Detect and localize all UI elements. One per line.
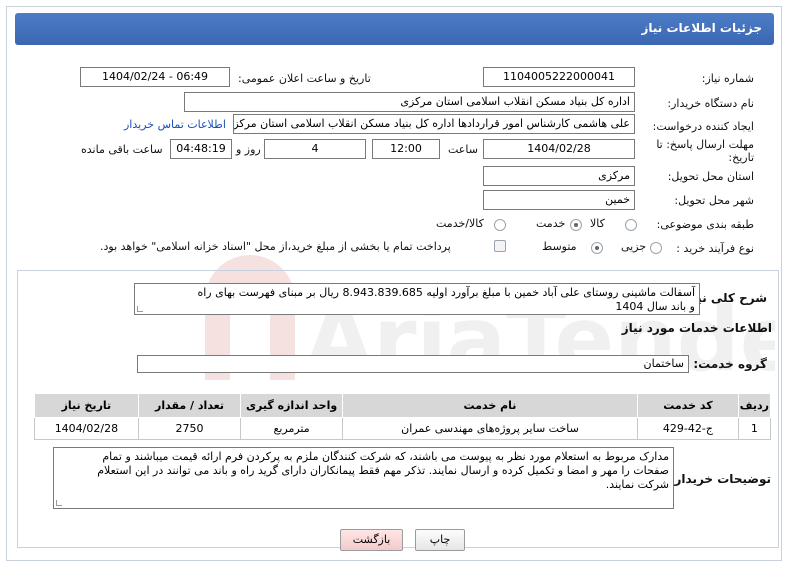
need-summary-line-2: و باند سال 1404 — [615, 300, 695, 313]
category-label: طبقه بندی موضوعی: — [656, 218, 754, 231]
days-label: روز و — [236, 143, 261, 156]
category-option-goods-service: کالا/خدمت — [436, 217, 484, 230]
cell-quantity: 2750 — [137, 417, 242, 440]
need-summary-textarea[interactable]: آسفالت ماشینی روستای علی آباد خمین با مب… — [134, 283, 700, 315]
category-radio-service[interactable] — [570, 219, 582, 231]
buyer-notes-label: توضیحات خریدار: — [669, 472, 771, 486]
process-radio-minor[interactable] — [650, 242, 662, 254]
cell-service-name: ساخت سایر پروژه‌های مهندسی عمران — [341, 417, 639, 440]
process-option-medium: متوسط — [542, 240, 577, 253]
header-bar: جزئیات اطلاعات نیاز — [15, 13, 774, 45]
buyer-notes-line-3: شرکت نمایند. — [605, 478, 669, 491]
col-unit: واحد اندازه گیری — [240, 393, 343, 418]
deadline-date-label: تاریخ: — [728, 151, 754, 164]
page-title: جزئیات اطلاعات نیاز — [641, 21, 762, 35]
deadline-time-field[interactable]: 12:00 — [372, 139, 440, 159]
category-option-goods: کالا — [590, 217, 605, 230]
col-service-code: کد خدمت — [637, 393, 739, 418]
city-field[interactable]: خمین — [483, 190, 635, 210]
process-option-minor: جزیی — [621, 240, 647, 253]
remaining-time-label: ساعت باقی مانده — [81, 143, 163, 156]
resize-grip-icon[interactable] — [56, 500, 62, 506]
need-number-field[interactable]: 1104005222000041 — [483, 67, 635, 87]
cell-need-date: 1404/02/28 — [34, 417, 139, 440]
back-button[interactable]: بازگشت — [340, 529, 403, 551]
table-row[interactable]: 1 ج-42-429 ساخت سایر پروژه‌های مهندسی عم… — [34, 417, 772, 440]
deadline-date-field[interactable]: 1404/02/28 — [483, 139, 635, 159]
need-number-label: شماره نیاز: — [701, 72, 754, 85]
col-service-name: نام خدمت — [341, 393, 639, 418]
table-header-row: ردیف کد خدمت نام خدمت واحد اندازه گیری ت… — [34, 393, 772, 418]
service-group-field[interactable]: ساختمان — [137, 355, 689, 373]
buyer-notes-line-1: مدارک مربوط به استعلام مورد نظر به پیوست… — [102, 450, 669, 463]
col-row-number: ردیف — [737, 393, 772, 418]
buyer-org-label: نام دستگاه خریدار: — [667, 97, 754, 110]
requester-label: ایجاد کننده درخواست: — [652, 120, 754, 133]
announce-datetime-field[interactable]: 1404/02/24 - 06:49 — [80, 67, 230, 87]
resize-grip-icon[interactable] — [137, 306, 143, 312]
treasury-note: پرداخت تمام یا بخشی از مبلغ خرید،از محل … — [100, 240, 451, 253]
services-table: ردیف کد خدمت نام خدمت واحد اندازه گیری ت… — [34, 393, 772, 440]
buyer-notes-line-2: صفحات را مهر و امضا و تکمیل کرده و ارسال… — [97, 464, 669, 477]
deadline-label: مهلت ارسال پاسخ: تا — [656, 138, 754, 151]
cell-unit: مترمربع — [240, 417, 343, 440]
buyer-contact-link[interactable]: اطلاعات تماس خریدار — [124, 118, 226, 131]
print-button[interactable]: چاپ — [415, 529, 465, 551]
need-summary-line-1: آسفالت ماشینی روستای علی آباد خمین با مب… — [197, 286, 695, 299]
deadline-time-label: ساعت — [448, 143, 478, 156]
col-need-date: تاریخ نیاز — [34, 393, 139, 418]
cell-service-code: ج-42-429 — [637, 417, 739, 440]
category-radio-goods[interactable] — [625, 219, 637, 231]
province-field[interactable]: مرکزی — [483, 166, 635, 186]
announce-datetime-label: تاریخ و ساعت اعلان عمومی: — [238, 72, 371, 85]
col-quantity: تعداد / مقدار — [137, 393, 242, 418]
service-group-label: گروه خدمت: — [693, 357, 767, 371]
cell-row-number: 1 — [737, 417, 772, 440]
remaining-time-field[interactable]: 04:48:19 — [170, 139, 232, 159]
city-label: شهر محل تحویل: — [674, 194, 754, 207]
services-section-title: اطلاعات خدمات مورد نیاز — [621, 321, 772, 335]
requester-field[interactable]: علی هاشمی کارشناس امور قراردادها اداره ک… — [233, 114, 635, 134]
category-option-service: خدمت — [536, 217, 566, 230]
category-radio-goods-service[interactable] — [494, 219, 506, 231]
treasury-checkbox[interactable] — [494, 240, 506, 252]
process-radio-medium[interactable] — [591, 242, 603, 254]
process-label: نوع فرآیند خرید : — [676, 242, 754, 255]
days-field[interactable]: 4 — [264, 139, 366, 159]
province-label: استان محل تحویل: — [667, 170, 754, 183]
buyer-notes-textarea[interactable]: مدارک مربوط به استعلام مورد نظر به پیوست… — [53, 447, 674, 509]
buyer-org-field[interactable]: اداره کل بنیاد مسکن انقلاب اسلامی استان … — [184, 92, 635, 112]
